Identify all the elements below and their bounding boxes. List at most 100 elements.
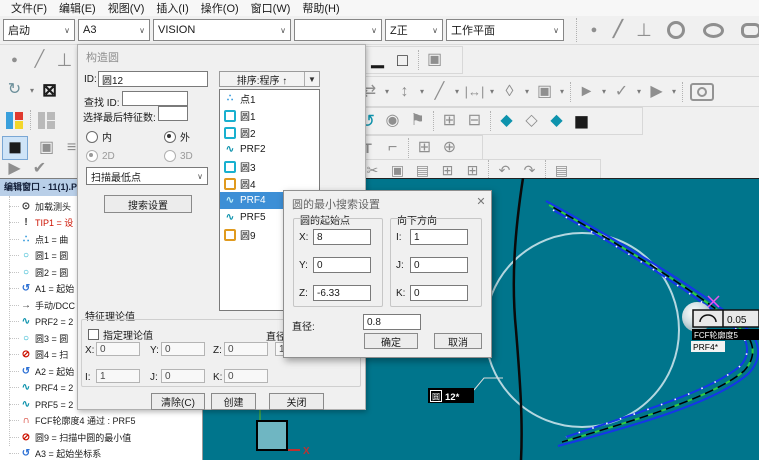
menu-operation[interactable]: 操作(O) [195, 0, 245, 16]
add-window-icon[interactable]: ⊞ [412, 140, 437, 156]
zoom-in-box-icon[interactable]: ⊞ [437, 113, 462, 129]
paste-icon[interactable]: ▤ [410, 163, 435, 177]
solid-view-button[interactable]: ◼ [2, 136, 28, 160]
print-icon[interactable]: ▤ [549, 163, 574, 177]
theo-z-input[interactable]: 0 [224, 342, 268, 356]
id-input[interactable]: 圆12 [98, 71, 208, 87]
perpendicular-icon[interactable]: ⊥ [52, 51, 77, 69]
theo-y-input[interactable]: 0 [161, 342, 205, 356]
tree-item[interactable]: !TIP1 = 设 [0, 215, 73, 230]
copy-stack-icon[interactable]: ▣ [532, 84, 557, 100]
cube-copy-icon[interactable]: ▣ [34, 140, 59, 156]
feature-list-item[interactable]: 圆1 [220, 107, 319, 124]
add-cad-icon[interactable]: ⊕ [437, 140, 462, 156]
menu-help[interactable]: 帮助(H) [296, 0, 345, 16]
dropdown-icon[interactable]: ▾ [634, 87, 644, 96]
clearance-cube-icon[interactable]: ◇ [519, 113, 544, 129]
dropdown-icon[interactable]: ▾ [599, 87, 609, 96]
tree-item[interactable]: ∩FCF轮廓度4 通过 : PRF5 [0, 413, 136, 428]
point-icon[interactable]: ● [2, 55, 27, 66]
view-setup-icon[interactable]: ◆ [494, 113, 519, 129]
start-x-input[interactable]: 8 [313, 229, 371, 245]
wireframe-cube-icon[interactable]: ⊠ [37, 81, 62, 99]
tree-item[interactable]: ○圆2 = 圆 [0, 265, 68, 280]
close-button[interactable]: 关闭 [269, 393, 324, 410]
copy-icon[interactable]: ▣ [385, 163, 410, 177]
clear-button[interactable]: 清除(C) [151, 393, 205, 410]
diameter-input[interactable]: 0.8 [363, 314, 421, 330]
tree-item[interactable]: ∿PRF2 = 2 [0, 314, 73, 329]
theo-x-input[interactable]: 0 [96, 342, 140, 356]
sort-dropdown-icon[interactable]: ▼ [305, 75, 319, 84]
menu-view[interactable]: 视图(V) [102, 0, 151, 16]
tree-item[interactable]: ⊙加载测头 [0, 199, 71, 214]
outer-radio[interactable]: 外 [164, 129, 190, 144]
solid-model-icon[interactable]: ◼ [569, 112, 594, 130]
transform-icon[interactable]: ◊ [497, 84, 522, 100]
theo-j-input[interactable]: 0 [161, 369, 205, 383]
start-z-input[interactable]: -6.33 [313, 285, 371, 301]
circle-feature-icon[interactable] [667, 21, 685, 39]
down-k-input[interactable]: 0 [410, 285, 468, 301]
feature-list-item[interactable]: ∴点1 [220, 90, 319, 107]
find-id-input[interactable] [122, 91, 188, 106]
maximize-icon[interactable]: □ [390, 51, 415, 69]
probe-combobox[interactable]: VISION ∨ [153, 19, 291, 41]
menu-edit[interactable]: 编辑(E) [53, 0, 102, 16]
create-button[interactable]: 创建 [211, 393, 256, 410]
tree-item[interactable]: ∿PRF4 = 2 [0, 380, 73, 395]
line-mode-icon[interactable]: ╱ [427, 84, 452, 100]
tree-item[interactable]: ∿PRF5 = 2 [0, 397, 73, 412]
redo-icon[interactable]: ↷ [517, 163, 542, 177]
dropdown-icon[interactable]: ▾ [382, 87, 392, 96]
theo-k-input[interactable]: 0 [224, 369, 268, 383]
label-flag-icon[interactable]: ⚑ [405, 113, 430, 129]
ok-button[interactable]: 确定 [364, 333, 418, 349]
tree-item[interactable]: ○圆3 = 圆 [0, 331, 68, 346]
start-y-input[interactable]: 0 [313, 257, 371, 273]
tree-item[interactable]: ⊘圆9 = 扫描中圆的最小值 [0, 430, 131, 445]
ellipse-feature-icon[interactable] [703, 23, 724, 38]
feature-list-item[interactable]: 圆3 [220, 158, 319, 175]
viewports-save-icon[interactable] [38, 112, 55, 129]
rotate-view-icon[interactable]: ↻ [2, 82, 27, 98]
grid-icon[interactable]: ⊞ [460, 163, 485, 177]
menu-file[interactable]: 文件(F) [5, 0, 53, 16]
theo-checkbox[interactable]: 指定理论值 [88, 327, 153, 342]
tree-item[interactable]: ∴点1 = 曲 [0, 232, 68, 247]
feature-list-item[interactable]: ∿PRF2 [220, 141, 319, 158]
probe-ball-icon[interactable]: ◉ [380, 113, 405, 129]
camera-icon[interactable] [690, 83, 714, 101]
point-feature-icon[interactable]: ● [587, 25, 601, 36]
verify-icon[interactable]: ✓ [609, 84, 634, 100]
zoom-out-box-icon[interactable]: ⊟ [462, 113, 487, 129]
tree-item[interactable]: →手动/DCC [0, 298, 75, 313]
tip-combobox[interactable]: ∨ [294, 19, 382, 41]
minimize-icon[interactable]: ▁ [365, 52, 390, 68]
viewports-layout-icon[interactable] [6, 112, 23, 129]
alignment-combobox[interactable]: A3 ∨ [78, 19, 150, 41]
line-feature-icon[interactable]: ╱ [610, 22, 626, 38]
dropdown-icon[interactable]: ▾ [522, 87, 532, 96]
undo-icon[interactable]: ↶ [492, 163, 517, 177]
menu-insert[interactable]: 插入(I) [150, 0, 194, 16]
tree-item[interactable]: ↺A2 = 起始 [0, 364, 74, 379]
perpendicular-feature-icon[interactable]: ⊥ [635, 21, 653, 39]
close-icon[interactable]: ✕ [473, 195, 489, 208]
line-icon[interactable]: ╱ [27, 52, 52, 68]
dropdown-icon[interactable]: ▾ [669, 87, 679, 96]
check-icon[interactable]: ✔ [27, 161, 52, 177]
tree-item[interactable]: ↺A1 = 起始 [0, 281, 74, 296]
dropdown-icon[interactable]: ▾ [27, 86, 37, 95]
grid-settings-icon[interactable]: ⊞ [435, 163, 460, 177]
cad-settings-icon[interactable]: ◆ [544, 113, 569, 129]
method-select[interactable]: 扫描最低点 ∨ [86, 167, 208, 185]
play-icon[interactable]: ▶ [2, 161, 27, 177]
distance-icon[interactable]: |↔| [462, 85, 487, 98]
measure-route-icon[interactable]: ► [574, 84, 599, 100]
round-slot-feature-icon[interactable] [741, 23, 759, 38]
inner-radio[interactable]: 内 [86, 129, 112, 144]
dropdown-icon[interactable]: ▾ [417, 87, 427, 96]
theo-i-input[interactable]: 1 [96, 369, 140, 383]
down-j-input[interactable]: 0 [410, 257, 468, 273]
